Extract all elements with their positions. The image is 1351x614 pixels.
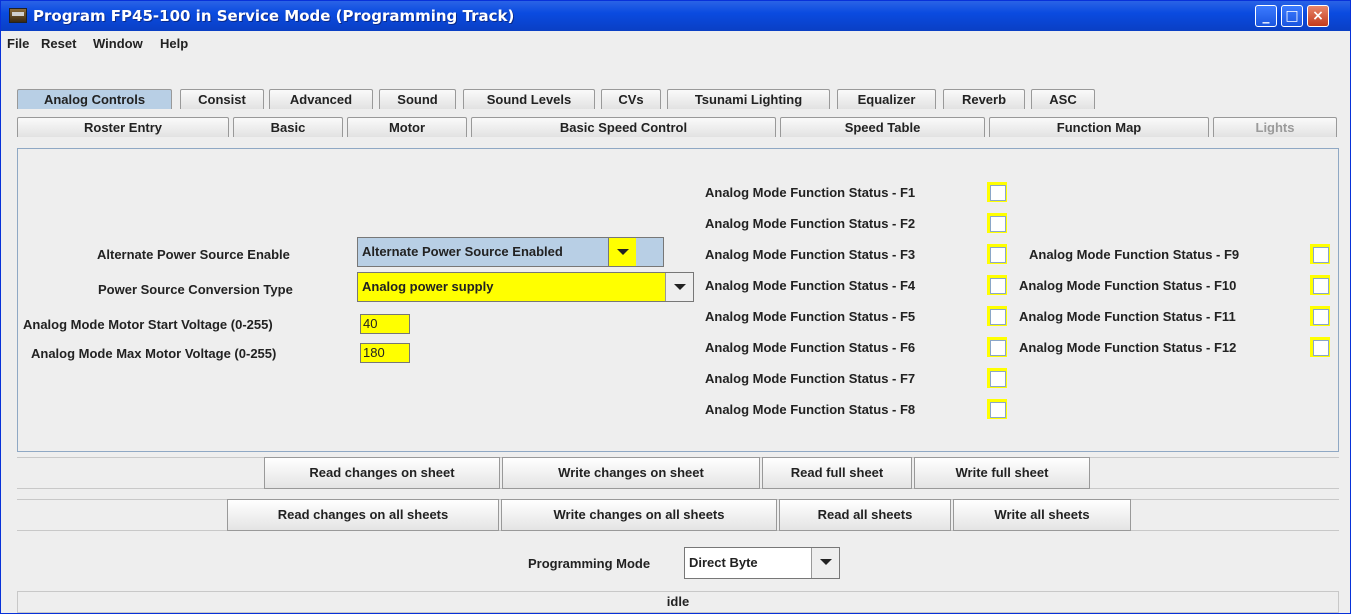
tab-function-map[interactable]: Function Map [989, 117, 1209, 137]
function-f6-label: Analog Mode Function Status - F6 [705, 340, 916, 355]
function-f7-label: Analog Mode Function Status - F7 [705, 371, 916, 386]
tab-consist[interactable]: Consist [180, 89, 264, 109]
tab-roster-entry[interactable]: Roster Entry [17, 117, 229, 137]
chevron-down-icon[interactable] [811, 548, 839, 578]
write-changes-on-all-sheets-button[interactable]: Write changes on all sheets [501, 499, 777, 531]
programming-mode-select[interactable]: Direct Byte [684, 547, 840, 579]
start-voltage-field[interactable]: 40 [360, 314, 410, 334]
tab-motor[interactable]: Motor [347, 117, 467, 137]
max-voltage-label: Analog Mode Max Motor Voltage (0-255) [31, 346, 277, 361]
tab-basic[interactable]: Basic [233, 117, 343, 137]
conversion-type-label: Power Source Conversion Type [98, 282, 293, 297]
function-f5-checkbox[interactable] [987, 306, 1007, 326]
read-changes-on-sheet-button[interactable]: Read changes on sheet [264, 457, 500, 489]
function-f11-checkbox[interactable] [1310, 306, 1330, 326]
read-all-sheets-button[interactable]: Read all sheets [779, 499, 951, 531]
start-voltage-label: Analog Mode Motor Start Voltage (0-255) [23, 317, 273, 332]
write-all-sheets-button[interactable]: Write all sheets [953, 499, 1131, 531]
tab-tsunami-lighting[interactable]: Tsunami Lighting [667, 89, 830, 109]
function-f4-checkbox[interactable] [987, 275, 1007, 295]
title-bar[interactable]: Program FP45-100 in Service Mode (Progra… [1, 1, 1350, 31]
function-f2-checkbox[interactable] [987, 213, 1007, 233]
read-changes-on-all-sheets-button[interactable]: Read changes on all sheets [227, 499, 499, 531]
chevron-down-icon[interactable] [608, 238, 636, 266]
function-f8-label: Analog Mode Function Status - F8 [705, 402, 916, 417]
function-f8-checkbox[interactable] [987, 399, 1007, 419]
chevron-down-icon[interactable] [665, 273, 693, 301]
function-f7-checkbox[interactable] [987, 368, 1007, 388]
conversion-type-select[interactable]: Analog power supply [357, 272, 694, 302]
function-f9-label: Analog Mode Function Status - F9 [1029, 247, 1240, 262]
write-full-sheet-button[interactable]: Write full sheet [914, 457, 1090, 489]
menu-file[interactable]: File [7, 36, 29, 51]
function-f10-checkbox[interactable] [1310, 275, 1330, 295]
function-f2-label: Analog Mode Function Status - F2 [705, 216, 916, 231]
alt-power-label: Alternate Power Source Enable [97, 247, 290, 262]
alt-power-select[interactable]: Alternate Power Source Enabled [357, 237, 664, 267]
function-f12-label: Analog Mode Function Status - F12 [1019, 340, 1237, 355]
tab-cvs[interactable]: CVs [601, 89, 661, 109]
alt-power-value: Alternate Power Source Enabled [362, 244, 563, 259]
tab-reverb[interactable]: Reverb [943, 89, 1025, 109]
tab-advanced[interactable]: Advanced [269, 89, 373, 109]
tab-sound-levels[interactable]: Sound Levels [463, 89, 595, 109]
close-button[interactable]: × [1307, 5, 1329, 27]
maximize-button[interactable]: □ [1281, 5, 1303, 27]
window-title: Program FP45-100 in Service Mode (Progra… [33, 7, 515, 25]
minimize-button[interactable]: _ [1255, 5, 1277, 27]
read-full-sheet-button[interactable]: Read full sheet [762, 457, 912, 489]
function-f3-label: Analog Mode Function Status - F3 [705, 247, 916, 262]
tab-equalizer[interactable]: Equalizer [837, 89, 936, 109]
conversion-type-value: Analog power supply [362, 279, 494, 294]
tab-sound[interactable]: Sound [379, 89, 456, 109]
status-bar: idle [17, 591, 1339, 613]
function-f1-label: Analog Mode Function Status - F1 [705, 185, 916, 200]
function-f4-label: Analog Mode Function Status - F4 [705, 278, 916, 293]
tab-basic-speed-control[interactable]: Basic Speed Control [471, 117, 776, 137]
programming-mode-value: Direct Byte [689, 555, 758, 570]
function-f3-checkbox[interactable] [987, 244, 1007, 264]
max-voltage-field[interactable]: 180 [360, 343, 410, 363]
program-window: Program FP45-100 in Service Mode (Progra… [0, 0, 1351, 614]
locomotive-icon [9, 8, 27, 23]
write-changes-on-sheet-button[interactable]: Write changes on sheet [502, 457, 760, 489]
function-f9-checkbox[interactable] [1310, 244, 1330, 264]
menu-bar: File Reset Window Help [1, 31, 1350, 55]
programming-mode-label: Programming Mode [528, 556, 651, 571]
menu-help[interactable]: Help [160, 36, 188, 51]
tab-speed-table[interactable]: Speed Table [780, 117, 985, 137]
tab-analog-controls[interactable]: Analog Controls [17, 89, 172, 109]
function-f11-label: Analog Mode Function Status - F11 [1019, 309, 1236, 324]
function-f10-label: Analog Mode Function Status - F10 [1019, 278, 1237, 293]
tab-asc[interactable]: ASC [1031, 89, 1095, 109]
function-f5-label: Analog Mode Function Status - F5 [705, 309, 916, 324]
menu-window[interactable]: Window [93, 36, 143, 51]
function-f12-checkbox[interactable] [1310, 337, 1330, 357]
function-f1-checkbox[interactable] [987, 182, 1007, 202]
menu-reset[interactable]: Reset [41, 36, 76, 51]
function-f6-checkbox[interactable] [987, 337, 1007, 357]
tab-lights[interactable]: Lights [1213, 117, 1337, 137]
